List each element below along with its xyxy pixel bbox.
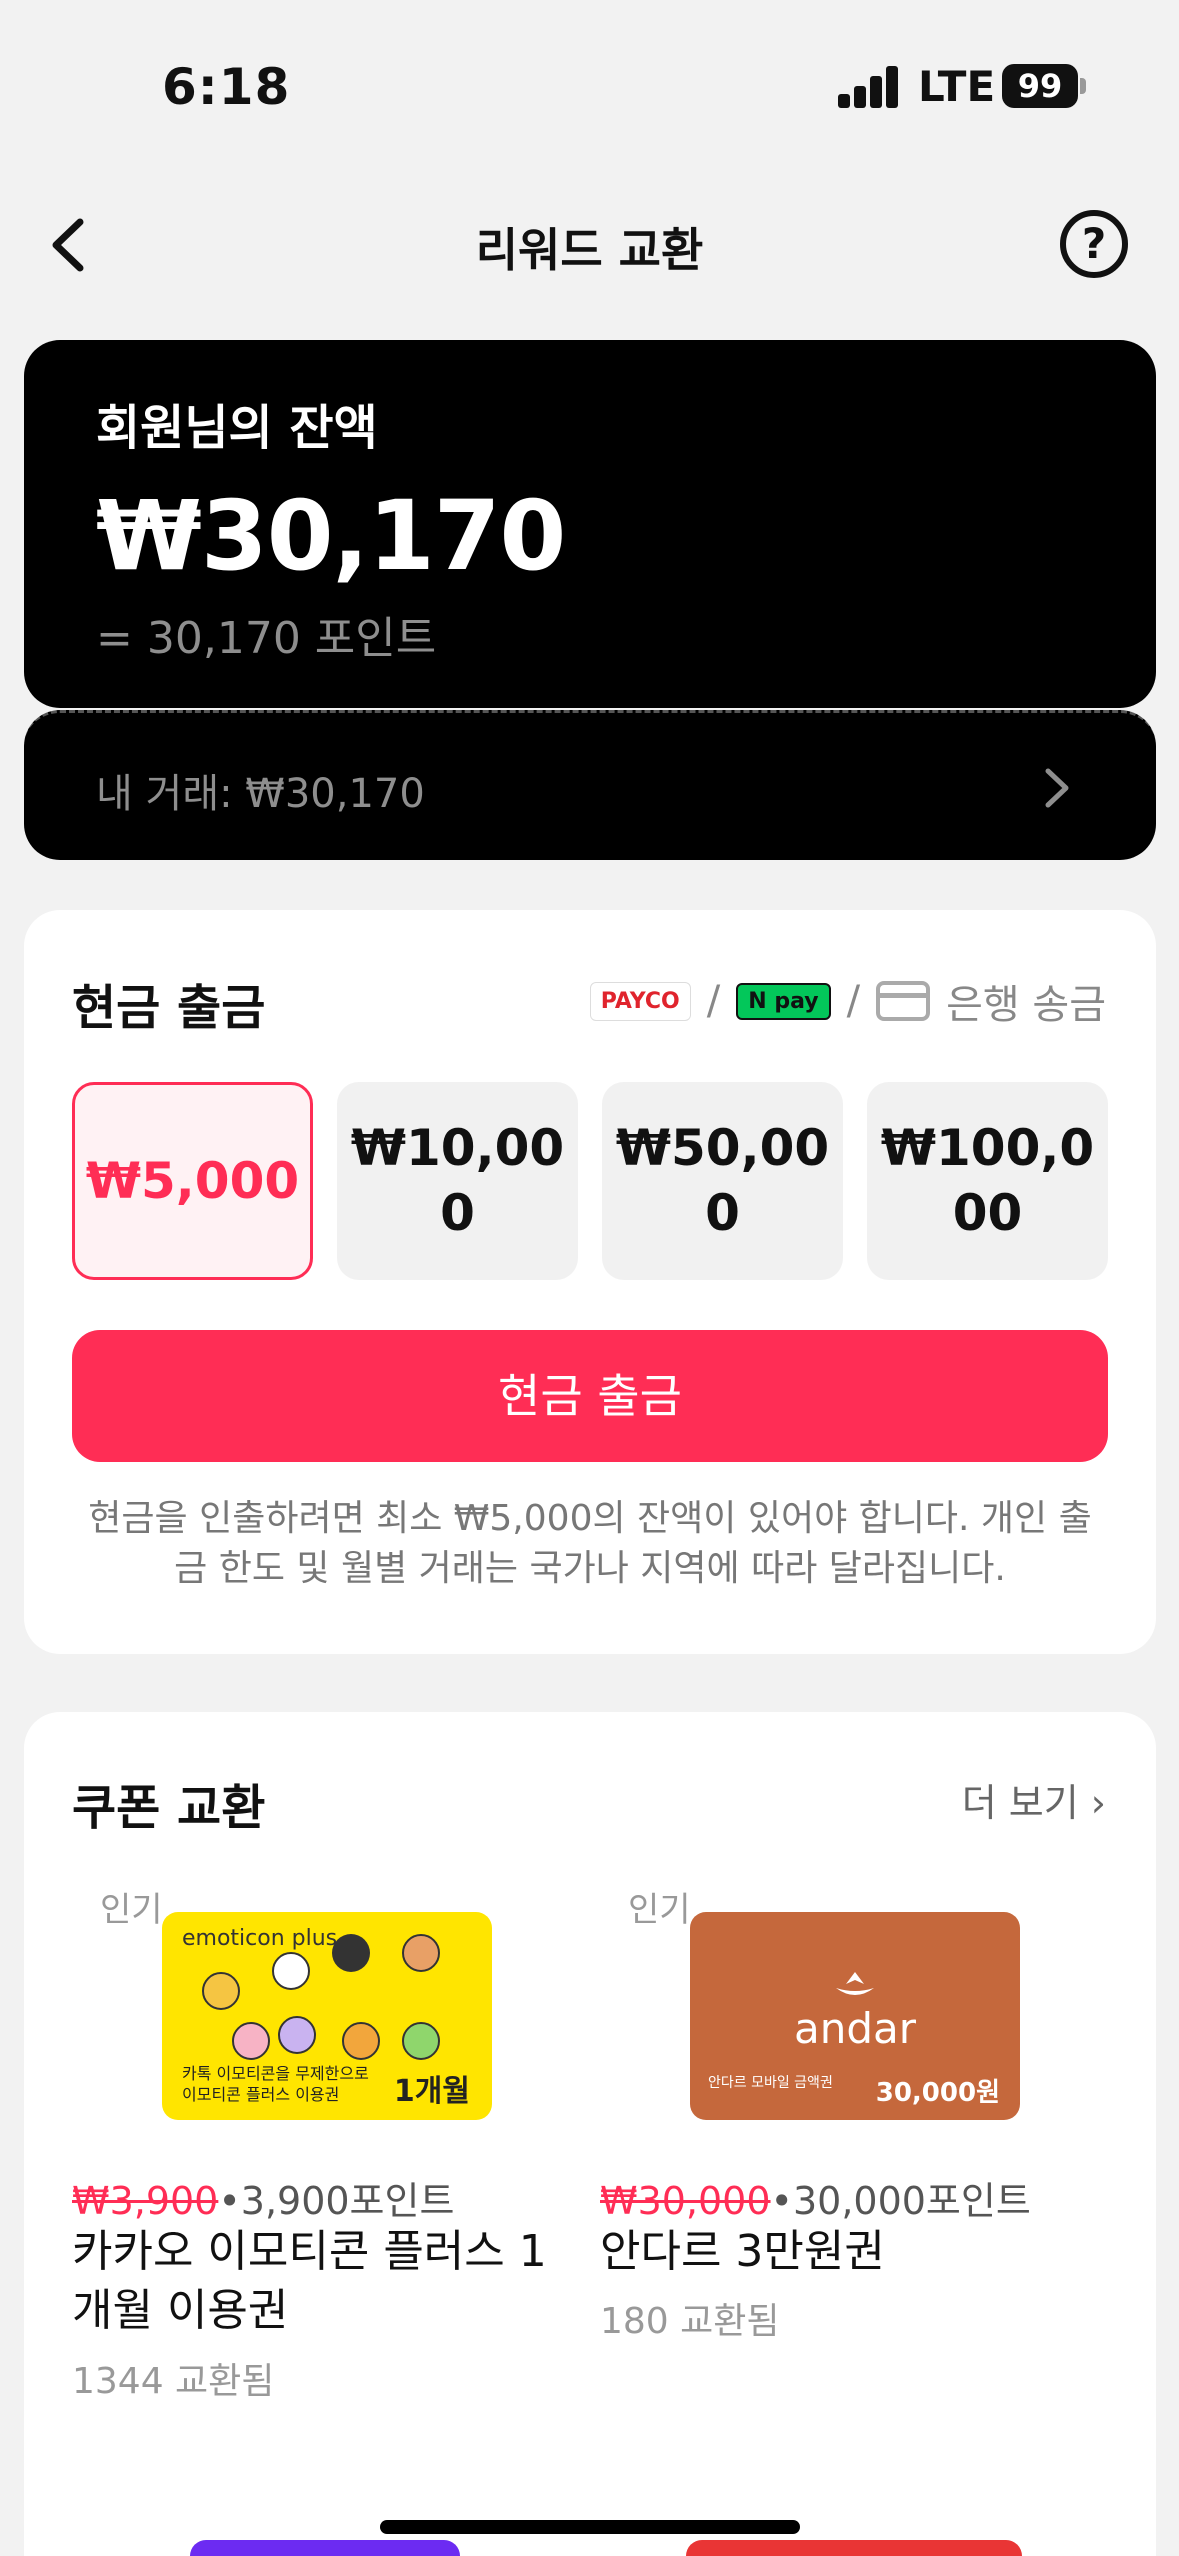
coupon-price: ₩30,000•30,000포인트 [600, 2170, 1031, 2225]
emoticon-character-icon [332, 1934, 370, 1972]
home-indicator[interactable] [380, 2520, 800, 2534]
status-bar: 6:18 LTE 99 [0, 0, 1179, 160]
emoticon-character-icon [278, 2016, 316, 2054]
andar-tag: 30,000원 [875, 2078, 1000, 2108]
original-price: ₩3,900 [72, 2179, 219, 2223]
andar-logo-icon [836, 1972, 874, 1995]
balance-card: 회원님의 잔액 ₩30,170 = 30,170 포인트 [24, 340, 1156, 708]
separator: / [706, 978, 721, 1024]
andar-brand: andar [793, 2004, 917, 2053]
next-coupon-image [686, 2540, 1022, 2556]
signal-icon [838, 66, 900, 108]
amount-options: ₩5,000 ₩10,000 ₩50,000 ₩100,000 [72, 1082, 1108, 1280]
help-icon: ? [1081, 219, 1107, 268]
points-price: •3,900포인트 [218, 2179, 455, 2223]
coupon-name: 카카오 이모티콘 플러스 1개월 이용권 [72, 2226, 547, 2337]
network-label: LTE [918, 62, 996, 111]
coupon-image-andar: andar 안다르 모바일 금액권 30,000원 [690, 1912, 1020, 2120]
withdraw-note: 현금을 인출하려면 최소 ₩5,000의 잔액이 있어야 합니다. 개인 출금 … [88, 1498, 1092, 1590]
npay-logo: N pay [736, 982, 831, 1020]
amount-option-5000[interactable]: ₩5,000 [72, 1082, 313, 1280]
emoticon-character-icon [272, 1952, 310, 1990]
help-button[interactable]: ? [1060, 210, 1128, 278]
amount-option-50000[interactable]: ₩50,000 [602, 1082, 843, 1280]
coupon-price: ₩3,900•3,900포인트 [72, 2170, 454, 2225]
payco-logo: PAYCO [589, 981, 691, 1021]
separator: / [846, 978, 861, 1024]
coupon-title: 쿠폰 교환 [72, 1780, 266, 1836]
coupon-image-emoticon: emoticon plus 카톡 이모티콘을 무제한으로 이모티콘 플러스 이용… [162, 1912, 492, 2120]
emoticon-character-icon [402, 2022, 440, 2060]
transactions-row[interactable]: 내 거래: ₩30,170 [24, 710, 1156, 860]
amount-option-100000[interactable]: ₩100,000 [867, 1082, 1108, 1280]
balance-amount: ₩30,170 [96, 480, 566, 592]
coupon-name: 안다르 3만원권 [600, 2226, 885, 2277]
battery-tip [1080, 78, 1086, 94]
emoticon-tag: 1개월 [393, 2074, 470, 2109]
amount-option-10000[interactable]: ₩10,000 [337, 1082, 578, 1280]
points-price: •30,000포인트 [770, 2179, 1031, 2223]
emoticon-character-icon [232, 2022, 270, 2060]
original-price: ₩30,000 [600, 2179, 771, 2223]
bank-card-icon [876, 981, 931, 1021]
balance-label: 회원님의 잔액 [96, 400, 378, 456]
withdraw-title: 현금 출금 [72, 980, 266, 1036]
next-coupon-image [190, 2540, 460, 2556]
withdraw-methods: PAYCO / N pay / 은행 송금 [589, 972, 1106, 1030]
transactions-label: 내 거래: ₩30,170 [96, 771, 425, 817]
withdraw-button[interactable]: 현금 출금 [72, 1330, 1108, 1462]
bank-transfer-label: 은행 송금 [946, 982, 1106, 1028]
battery-icon: 99 [1002, 64, 1078, 108]
emoticon-character-icon [202, 1972, 240, 2010]
emoticon-caption: 카톡 이모티콘을 무제한으로 이모티콘 플러스 이용권 [182, 2064, 369, 2104]
coupon-card: 쿠폰 교환 더 보기 › 인기 emoticon plus 카톡 이모티콘을 무… [24, 1712, 1156, 2556]
andar-caption: 안다르 모바일 금액권 [708, 2075, 833, 2091]
emoticon-character-icon [342, 2022, 380, 2060]
balance-points: = 30,170 포인트 [96, 613, 437, 664]
chevron-right-icon [1045, 768, 1069, 808]
status-time: 6:18 [162, 58, 291, 116]
withdraw-card: 현금 출금 PAYCO / N pay / 은행 송금 ₩5,000 ₩10,0… [24, 910, 1156, 1654]
page-title: 리워드 교환 [475, 223, 704, 277]
exchange-count: 180 교환됨 [600, 2301, 780, 2342]
nav-bar: 리워드 교환 ? [0, 190, 1179, 300]
emoticon-character-icon [402, 1934, 440, 1972]
emoticon-brand: emoticon plus [182, 1926, 338, 1951]
popular-badge: 인기 [628, 1890, 691, 1930]
popular-badge: 인기 [100, 1890, 163, 1930]
exchange-count: 1344 교환됨 [72, 2361, 275, 2402]
more-link[interactable]: 더 보기 › [962, 1772, 1106, 1827]
